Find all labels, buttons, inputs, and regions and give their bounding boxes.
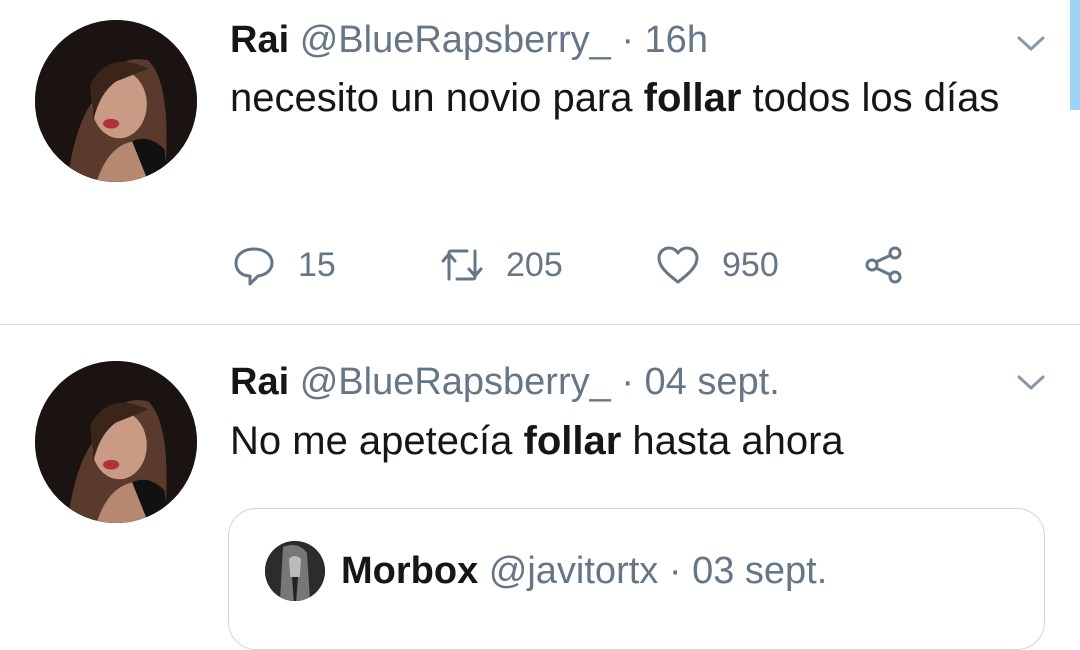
tweet-header: Rai @BlueRapsberry_ · 04 sept. [230,360,780,404]
tweet-text-part: todos los días [741,76,1000,120]
tweet-text-part: necesito un novio para [230,76,644,120]
tweet-timestamp[interactable]: 04 sept. [645,361,780,403]
tweet-actions: 15 205 950 [232,240,932,290]
chevron-down-icon[interactable] [1016,34,1046,54]
avatar-photo [35,361,197,523]
quoted-header: Morbox @javitortx · 03 sept. [341,547,827,595]
quoted-tweet[interactable]: Morbox @javitortx · 03 sept. [228,508,1045,650]
tweet-header: Rai @BlueRapsberry_ · 16h [230,18,708,62]
share-button[interactable] [862,240,928,290]
quoted-timestamp[interactable]: 03 sept. [692,550,827,592]
tweet-text-highlight: follar [643,76,742,120]
quoted-author-name[interactable]: Morbox [341,550,478,592]
tweet-text-highlight: follar [523,419,622,463]
separator-dot: · [621,361,634,403]
avatar[interactable] [35,361,197,523]
share-icon [865,246,902,284]
quoted-author-handle[interactable]: @javitortx [489,550,659,592]
tweet-timestamp[interactable]: 16h [645,19,708,61]
tweet[interactable]: Rai @BlueRapsberry_ · 16h necesito un no… [0,0,1080,324]
separator-dot: · [668,550,682,592]
retweet-icon [441,249,483,281]
tweet-text: No me apetecía follar hasta ahora [230,413,1030,469]
tweet[interactable]: Rai @BlueRapsberry_ · 04 sept. No me ape… [0,325,1080,650]
reply-icon [234,247,274,286]
reply-button[interactable]: 15 [232,240,336,290]
author-name[interactable]: Rai [230,19,289,61]
tweet-text-part: No me apetecía [230,419,524,463]
chevron-down-icon[interactable] [1016,373,1046,393]
tweet-text-part: hasta ahora [621,419,844,463]
avatar[interactable] [35,20,197,182]
like-icon [657,246,699,284]
like-count: 950 [722,245,779,284]
separator-dot: · [621,19,634,61]
like-button[interactable]: 950 [656,240,779,290]
quoted-avatar[interactable] [265,541,325,601]
author-name[interactable]: Rai [230,361,289,403]
retweet-count: 205 [506,245,563,284]
reply-count: 15 [298,245,336,284]
tweet-text: necesito un novio para follar todos los … [230,70,1030,126]
quoted-avatar-photo [265,541,325,601]
avatar-photo [35,20,197,182]
retweet-button[interactable]: 205 [440,240,563,290]
author-handle[interactable]: @BlueRapsberry_ [300,19,611,61]
author-handle[interactable]: @BlueRapsberry_ [300,361,611,403]
